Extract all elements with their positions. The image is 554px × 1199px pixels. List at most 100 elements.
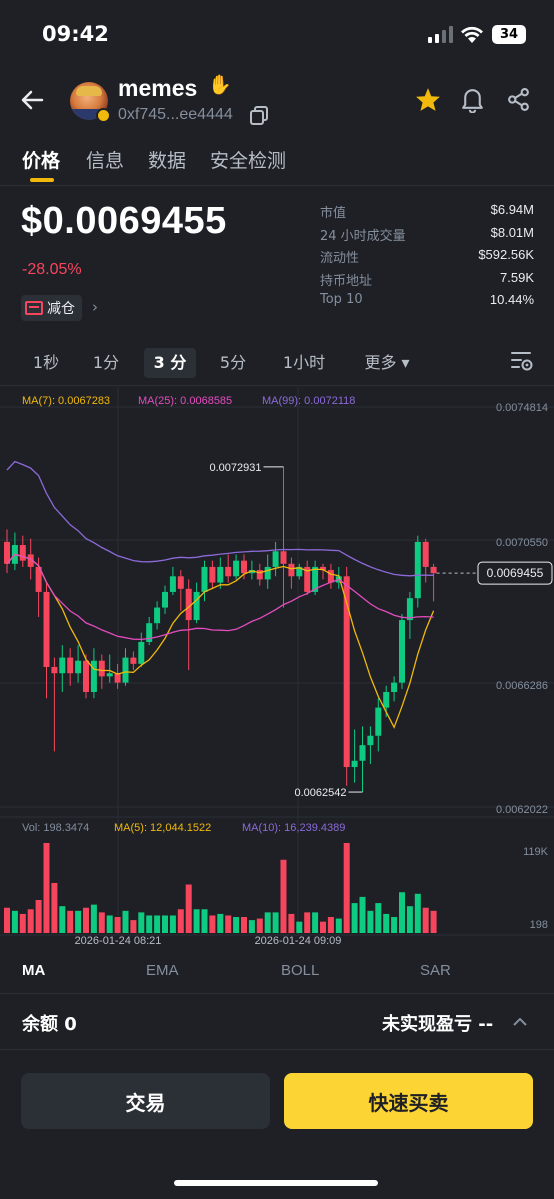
candle xyxy=(233,560,240,577)
back-arrow-icon[interactable] xyxy=(20,88,44,112)
candle xyxy=(43,591,50,667)
candlestick-chart[interactable]: MA(7): 0.0067283 MA(25): 0.0068585 MA(99):… xyxy=(0,387,554,951)
candle xyxy=(391,682,398,692)
volume-bar xyxy=(35,899,42,933)
indicator-tab-sar[interactable]: SAR xyxy=(420,962,451,979)
chart-settings-icon[interactable] xyxy=(510,350,534,372)
stat-24h-volume: 24 小时成交量 $8.01M xyxy=(320,224,534,244)
reduce-position-button[interactable]: 减仓 xyxy=(21,295,82,321)
volume-bar xyxy=(367,910,374,933)
volume-ma5-legend: MA(5): 12,044.1522 xyxy=(114,822,211,834)
tab-security[interactable]: 安全检测 xyxy=(210,146,286,173)
ma25-legend: MA(25): 0.0068585 xyxy=(138,395,232,407)
home-indicator xyxy=(174,1180,378,1186)
token-name: memes xyxy=(118,75,198,101)
volume-bar xyxy=(75,910,82,933)
detail-tabs: 价格 信息 数据 安全检测 xyxy=(0,142,554,186)
tab-price[interactable]: 价格 xyxy=(22,146,60,173)
volume-bar xyxy=(272,912,279,933)
candle xyxy=(83,660,89,692)
indicator-tab-boll[interactable]: BOLL xyxy=(281,962,319,979)
volume-bar xyxy=(304,912,311,933)
volume-bar xyxy=(90,904,97,933)
candle xyxy=(351,760,358,768)
volume-bar xyxy=(11,910,18,933)
trade-button[interactable]: 交易 xyxy=(21,1073,270,1129)
volume-bar xyxy=(256,918,263,933)
indicator-tabs: MA EMA BOLL SAR xyxy=(0,952,554,994)
interval-1h[interactable]: 1小时 xyxy=(276,348,332,378)
candle xyxy=(241,560,247,574)
copy-icon[interactable] xyxy=(250,106,268,125)
candle xyxy=(399,620,405,683)
volume-bar xyxy=(327,917,334,933)
indicator-tab-ema[interactable]: EMA xyxy=(146,962,179,979)
candle xyxy=(430,566,437,574)
interval-1m[interactable]: 1分 xyxy=(88,348,124,378)
candle xyxy=(414,541,421,599)
balance-label: 余额 0 xyxy=(22,1014,77,1035)
candle xyxy=(367,735,374,746)
price-chart[interactable]: MA(7): 0.0067283 MA(25): 0.0068585 MA(99):… xyxy=(0,387,554,951)
volume-bar xyxy=(241,917,247,933)
volume-bar xyxy=(98,912,105,933)
interval-5m[interactable]: 5分 xyxy=(214,348,252,378)
tab-data[interactable]: 数据 xyxy=(148,146,186,173)
volume-bar xyxy=(59,906,66,933)
candle xyxy=(422,541,429,567)
volume-tick-label: 119K xyxy=(523,846,549,858)
volume-bar xyxy=(114,917,121,933)
quick-trade-button[interactable]: 快速买卖 xyxy=(284,1073,533,1129)
high-price-label: 0.0072931 xyxy=(210,462,262,474)
interval-1s[interactable]: 1秒 xyxy=(28,348,64,378)
volume-bar xyxy=(19,913,26,933)
volume-bar xyxy=(399,892,405,933)
candle xyxy=(225,566,232,577)
volume-bar xyxy=(375,903,382,933)
stat-top10: Top 10 10.44% xyxy=(320,292,534,307)
candle xyxy=(193,591,200,621)
signal-icon xyxy=(428,26,453,43)
volume-legend: Vol: 198.3474 xyxy=(22,822,89,834)
x-axis-label: 2026-01-24 08:21 xyxy=(75,935,162,947)
candle xyxy=(67,657,74,674)
interval-3m[interactable]: 3 分 xyxy=(144,348,196,378)
candle xyxy=(169,576,176,592)
tab-info[interactable]: 信息 xyxy=(86,146,124,173)
volume-bar xyxy=(130,920,137,933)
status-time: 09:42 xyxy=(42,22,109,46)
candle xyxy=(162,591,168,608)
volume-ma10-legend: MA(10): 16,239.4389 xyxy=(242,822,345,834)
stat-liquidity: 流动性 $592.56K xyxy=(320,247,534,266)
candle xyxy=(106,673,113,677)
market-stats: 市值 $6.94M 24 小时成交量 $8.01M 流动性 $592.56K 持币地址… xyxy=(320,202,534,315)
volume-bar xyxy=(138,912,145,933)
y-tick-label: 0.0074814 xyxy=(496,402,548,414)
volume-bar xyxy=(343,843,350,933)
star-icon[interactable] xyxy=(415,87,441,112)
volume-bar xyxy=(83,907,89,933)
candle xyxy=(280,551,287,564)
indicator-tab-ma[interactable]: MA xyxy=(22,962,45,979)
candle xyxy=(177,576,184,589)
candle xyxy=(138,641,145,664)
bell-icon[interactable] xyxy=(460,86,485,113)
volume-bar xyxy=(4,907,10,933)
volume-bar xyxy=(414,893,421,933)
volume-tick-label: 198 xyxy=(530,919,548,931)
active-tab-indicator xyxy=(30,178,54,182)
low-price-label: 0.0062542 xyxy=(295,787,347,799)
volume-bar xyxy=(430,910,437,933)
interval-more[interactable]: 更多 ▾ xyxy=(354,348,420,378)
candle xyxy=(122,657,129,683)
share-icon[interactable] xyxy=(506,87,531,112)
volume-bar xyxy=(280,859,287,933)
ma7-legend: MA(7): 0.0067283 xyxy=(22,395,110,407)
volume-bar xyxy=(122,910,129,933)
chevron-up-icon[interactable] xyxy=(512,1017,528,1027)
candle xyxy=(75,660,82,674)
volume-bar xyxy=(177,909,184,933)
stat-holders: 持币地址 7.59K xyxy=(320,269,534,289)
chevron-right-icon[interactable]: › xyxy=(92,298,98,316)
wifi-icon xyxy=(461,26,483,43)
